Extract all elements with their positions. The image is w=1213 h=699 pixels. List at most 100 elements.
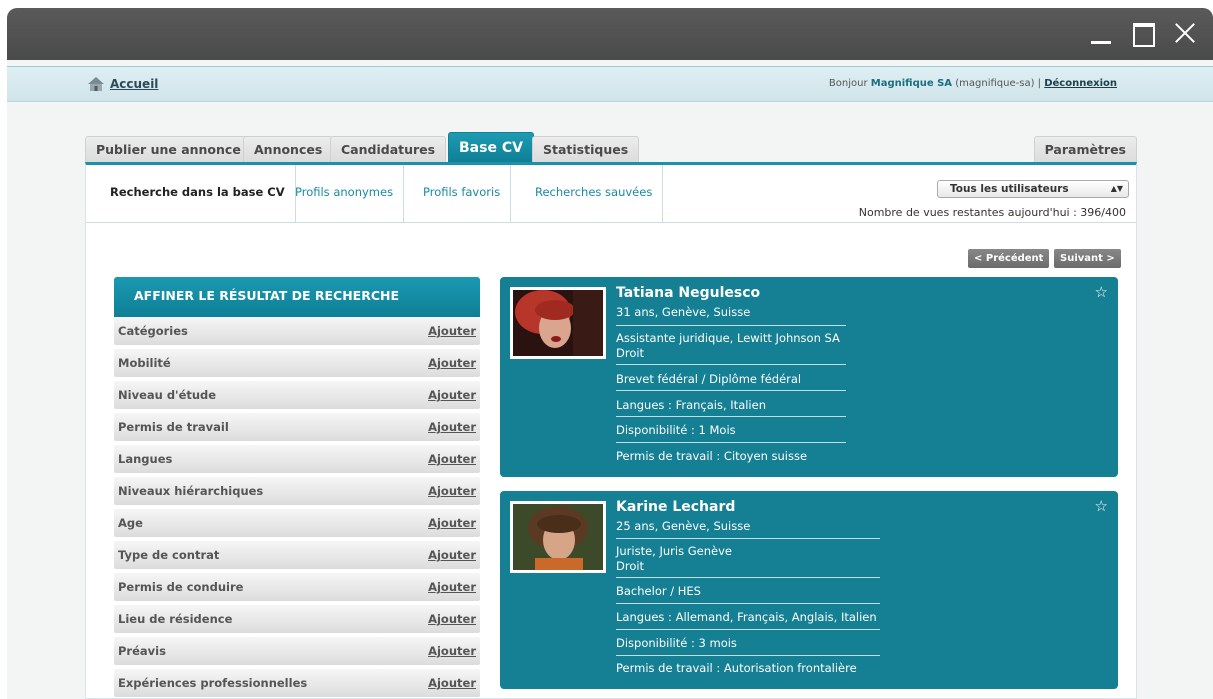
portrait-image bbox=[513, 504, 603, 570]
filter-add-link[interactable]: Ajouter bbox=[428, 676, 476, 690]
tab-publier-une-annonce[interactable]: Publier une annonce bbox=[85, 136, 252, 162]
filter-add-link[interactable]: Ajouter bbox=[428, 388, 476, 402]
portrait-image bbox=[513, 290, 603, 356]
divider bbox=[616, 538, 880, 539]
main-panel: Publier une annonce Annonces Candidature… bbox=[85, 132, 1137, 699]
filter-row-type-contrat: Type de contrat Ajouter bbox=[114, 541, 480, 569]
next-button[interactable]: Suivant > bbox=[1054, 249, 1121, 268]
filter-label: Niveaux hiérarchiques bbox=[118, 484, 264, 498]
profile-field: Droit bbox=[616, 346, 645, 360]
profile-name[interactable]: Tatiana Negulesco bbox=[616, 285, 760, 301]
filter-row-categories: Catégories Ajouter bbox=[114, 317, 480, 345]
separator: | bbox=[1037, 78, 1042, 89]
filter-row-lieu-residence: Lieu de résidence Ajouter bbox=[114, 605, 480, 633]
maximize-icon[interactable] bbox=[1131, 20, 1157, 47]
profile-position: Assistante juridique, Lewitt Johnson SA bbox=[616, 331, 840, 345]
profile-education: Bachelor / HES bbox=[616, 584, 701, 598]
divider bbox=[616, 442, 846, 443]
filter-label: Catégories bbox=[118, 324, 188, 338]
star-icon[interactable]: ☆ bbox=[1095, 497, 1108, 515]
divider bbox=[616, 416, 846, 417]
main-tabs: Publier une annonce Annonces Candidature… bbox=[85, 132, 1137, 162]
profile-photo bbox=[510, 501, 606, 573]
filter-label: Expériences professionnelles bbox=[118, 676, 308, 690]
subtab-recherche[interactable]: Recherche dans la base CV bbox=[100, 165, 296, 222]
filter-add-link[interactable]: Ajouter bbox=[428, 420, 476, 434]
greeting: Bonjour Magnifique SA (magnifique-sa) | … bbox=[829, 78, 1117, 89]
filter-add-link[interactable]: Ajouter bbox=[428, 644, 476, 658]
filter-add-link[interactable]: Ajouter bbox=[428, 452, 476, 466]
star-icon[interactable]: ☆ bbox=[1095, 283, 1108, 301]
profile-info: 31 ans, Genève, Suisse bbox=[616, 305, 751, 319]
filter-add-link[interactable]: Ajouter bbox=[428, 484, 476, 498]
filter-label: Mobilité bbox=[118, 356, 171, 370]
profile-card[interactable]: Karine Lechard 25 ans, Genève, Suisse Ju… bbox=[500, 491, 1118, 689]
filter-add-link[interactable]: Ajouter bbox=[428, 612, 476, 626]
subtab-profils-favoris[interactable]: Profils favoris bbox=[413, 165, 512, 222]
window-titlebar bbox=[7, 8, 1213, 60]
greeting-prefix: Bonjour bbox=[828, 78, 868, 89]
filter-add-link[interactable]: Ajouter bbox=[428, 324, 476, 338]
tab-base-cv[interactable]: Base CV bbox=[448, 132, 534, 162]
filter-add-link[interactable]: Ajouter bbox=[428, 356, 476, 370]
close-icon[interactable] bbox=[1173, 20, 1199, 46]
filter-row-niveaux-hierarchiques: Niveaux hiérarchiques Ajouter bbox=[114, 477, 480, 505]
profile-education: Brevet fédéral / Diplôme fédéral bbox=[616, 372, 802, 386]
profile-availability: Disponibilité : 3 mois bbox=[616, 636, 737, 650]
views-remaining: Nombre de vues restantes aujourd'hui : 3… bbox=[858, 206, 1126, 219]
tab-parametres[interactable]: Paramètres bbox=[1033, 136, 1137, 162]
user-filter-select[interactable]: Tous les utilisateurs ▲▼ bbox=[937, 180, 1129, 198]
profile-card[interactable]: Tatiana Negulesco 31 ans, Genève, Suisse… bbox=[500, 277, 1118, 477]
tab-annonces[interactable]: Annonces bbox=[243, 136, 334, 162]
filter-label: Préavis bbox=[118, 644, 166, 658]
filter-row-permis-conduire: Permis de conduire Ajouter bbox=[114, 573, 480, 601]
refine-sidebar: AFFINER LE RÉSULTAT DE RECHERCHE Catégor… bbox=[114, 277, 480, 697]
sub-navigation: Recherche dans la base CV Profils anonym… bbox=[86, 165, 1136, 223]
previous-button[interactable]: < Précédent bbox=[968, 249, 1050, 268]
filter-row-permis-travail: Permis de travail Ajouter bbox=[114, 413, 480, 441]
tab-statistiques[interactable]: Statistiques bbox=[532, 136, 640, 162]
divider bbox=[616, 603, 880, 604]
filter-label: Permis de travail bbox=[118, 420, 229, 434]
minimize-icon[interactable] bbox=[1089, 20, 1115, 46]
sidebar-title: AFFINER LE RÉSULTAT DE RECHERCHE bbox=[114, 277, 480, 317]
filter-label: Lieu de résidence bbox=[118, 612, 233, 626]
filter-row-langues: Langues Ajouter bbox=[114, 445, 480, 473]
subtab-recherches-sauvees[interactable]: Recherches sauvées bbox=[525, 165, 664, 222]
filter-label: Permis de conduire bbox=[118, 580, 244, 594]
home-icon[interactable] bbox=[87, 76, 105, 92]
profile-languages: Langues : Français, Italien bbox=[616, 398, 766, 412]
filter-row-preavis: Préavis Ajouter bbox=[114, 637, 480, 665]
chevron-updown-icon: ▲▼ bbox=[1110, 184, 1123, 193]
filter-label: Langues bbox=[118, 452, 173, 466]
profile-name[interactable]: Karine Lechard bbox=[616, 499, 735, 515]
profile-info: 25 ans, Genève, Suisse bbox=[616, 519, 751, 533]
divider bbox=[616, 325, 846, 326]
username: (magnifique-sa) bbox=[955, 78, 1035, 89]
tab-candidatures[interactable]: Candidatures bbox=[330, 136, 447, 162]
filter-add-link[interactable]: Ajouter bbox=[428, 548, 476, 562]
profile-field: Droit bbox=[616, 559, 645, 573]
profile-availability: Disponibilité : 1 Mois bbox=[616, 423, 736, 437]
filter-add-link[interactable]: Ajouter bbox=[428, 580, 476, 594]
subtab-profils-anonymes[interactable]: Profils anonymes bbox=[285, 165, 405, 222]
user-filter-value: Tous les utilisateurs bbox=[950, 183, 1069, 195]
home-link[interactable]: Accueil bbox=[110, 77, 158, 91]
profile-permit: Permis de travail : Citoyen suisse bbox=[616, 449, 808, 463]
logout-link[interactable]: Déconnexion bbox=[1044, 78, 1117, 89]
filter-label: Niveau d'étude bbox=[118, 388, 217, 402]
divider bbox=[616, 629, 880, 630]
divider bbox=[616, 364, 846, 365]
filter-row-age: Age Ajouter bbox=[114, 509, 480, 537]
site-header: Accueil Bonjour Magnifique SA (magnifiqu… bbox=[7, 66, 1213, 102]
profile-permit: Permis de travail : Autorisation frontal… bbox=[616, 661, 857, 675]
company-name: Magnifique SA bbox=[870, 78, 953, 89]
profile-position: Juriste, Juris Genève bbox=[616, 544, 732, 558]
filter-row-mobilite: Mobilité Ajouter bbox=[114, 349, 480, 377]
divider bbox=[616, 577, 880, 578]
divider bbox=[616, 655, 880, 656]
app-window: Accueil Bonjour Magnifique SA (magnifiqu… bbox=[7, 8, 1213, 699]
filter-row-experiences: Expériences professionnelles Ajouter bbox=[114, 669, 480, 697]
filter-add-link[interactable]: Ajouter bbox=[428, 516, 476, 530]
filter-label: Type de contrat bbox=[118, 548, 220, 562]
